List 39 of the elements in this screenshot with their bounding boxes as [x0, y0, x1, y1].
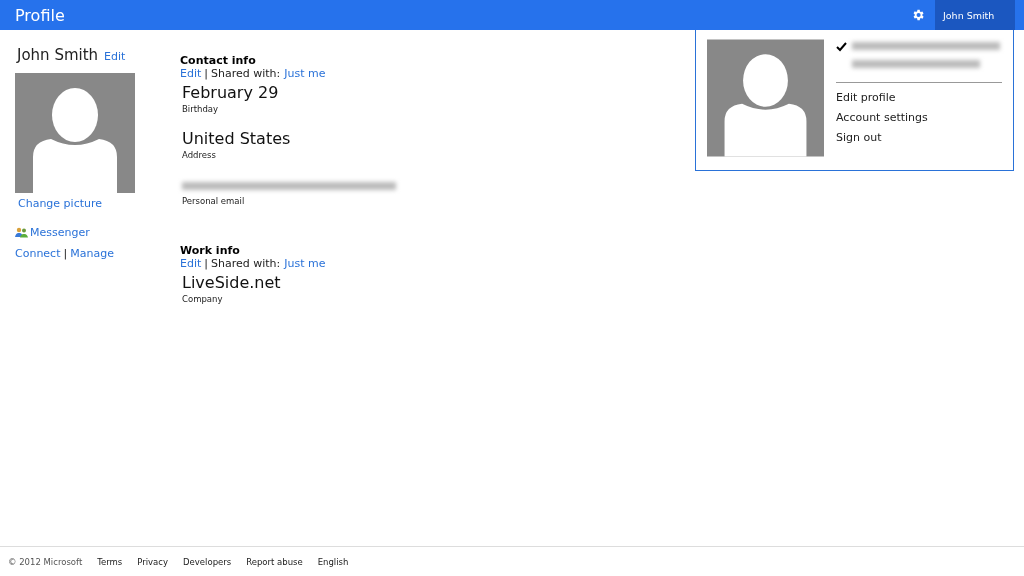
shared-with-label: Shared with: — [211, 67, 281, 80]
account-button[interactable]: John Smith — [935, 0, 1015, 30]
page-title: Profile — [14, 5, 65, 25]
separator: | — [204, 67, 209, 80]
field-label: Company — [182, 294, 224, 304]
footer-link[interactable]: English — [317, 556, 349, 567]
edit-link[interactable]: Edit — [180, 257, 202, 270]
footer-link[interactable]: Developers — [183, 556, 232, 567]
field-value: February 29 — [182, 83, 280, 102]
settings-icon[interactable] — [911, 8, 925, 22]
manage-link[interactable]: Manage — [70, 247, 114, 260]
field-value: LiveSide.net — [182, 273, 282, 292]
field-label: Address — [182, 150, 217, 160]
edit-link[interactable]: Edit — [104, 50, 126, 63]
people-icon — [15, 227, 28, 238]
shared-with-label: Shared with: — [211, 257, 281, 270]
avatar-placeholder-icon — [15, 73, 135, 193]
edit-link[interactable]: Edit — [180, 67, 202, 80]
footer-link[interactable]: Privacy — [137, 556, 169, 567]
separator: | — [204, 257, 209, 270]
field-label: Personal email — [182, 196, 246, 206]
menu-item[interactable]: Edit profile — [836, 91, 1002, 104]
field-value: United States — [182, 129, 292, 148]
avatar-placeholder-icon — [707, 38, 824, 158]
field-label: Birthday — [182, 104, 220, 114]
shared-with-link[interactable]: Just me — [284, 257, 326, 270]
change-picture-link[interactable]: Change picture — [18, 197, 180, 210]
copyright-text: © 2012 Microsoft — [8, 556, 83, 567]
menu-item[interactable]: Account settings — [836, 111, 1002, 124]
separator: | — [63, 247, 68, 260]
connect-link[interactable]: Connect — [15, 247, 61, 260]
messenger-link[interactable]: Messenger — [30, 226, 90, 239]
shared-with-link[interactable]: Just me — [284, 67, 326, 80]
footer-link[interactable]: Terms — [97, 556, 123, 567]
footer-link[interactable]: Report abuse — [246, 556, 303, 567]
section-title: Work info — [180, 244, 241, 257]
user-name: John Smith — [17, 46, 99, 64]
section-title: Contact info — [180, 54, 257, 67]
menu-item[interactable]: Sign out — [836, 131, 1002, 144]
